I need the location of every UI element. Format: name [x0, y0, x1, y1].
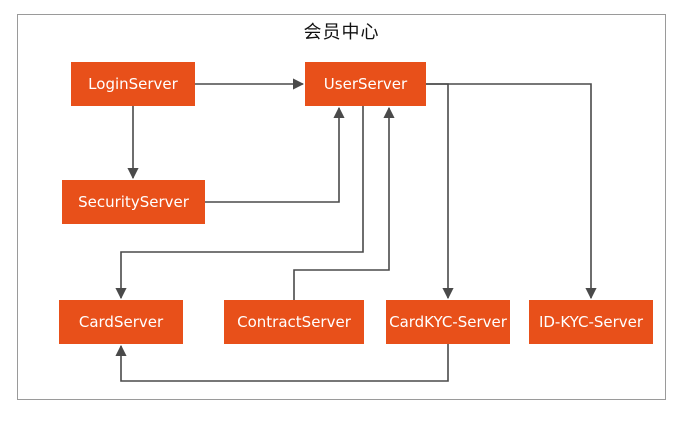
edge-user-to-idkyc [426, 83, 597, 300]
node-card-server[interactable]: CardServer [59, 300, 183, 344]
node-login-server[interactable]: LoginServer [71, 62, 195, 106]
edge-user-to-cardkyc [426, 83, 454, 300]
edge-security-to-user [205, 106, 345, 203]
edge-cardkyc-to-card [115, 344, 449, 382]
edge-contract-to-user [293, 106, 395, 300]
node-user-server[interactable]: UserServer [305, 62, 426, 106]
node-cardkyc-server[interactable]: CardKYC-Server [386, 300, 510, 344]
node-contract-server[interactable]: ContractServer [224, 300, 364, 344]
node-id-kyc-server[interactable]: ID-KYC-Server [529, 300, 653, 344]
node-security-server[interactable]: SecurityServer [62, 180, 205, 224]
